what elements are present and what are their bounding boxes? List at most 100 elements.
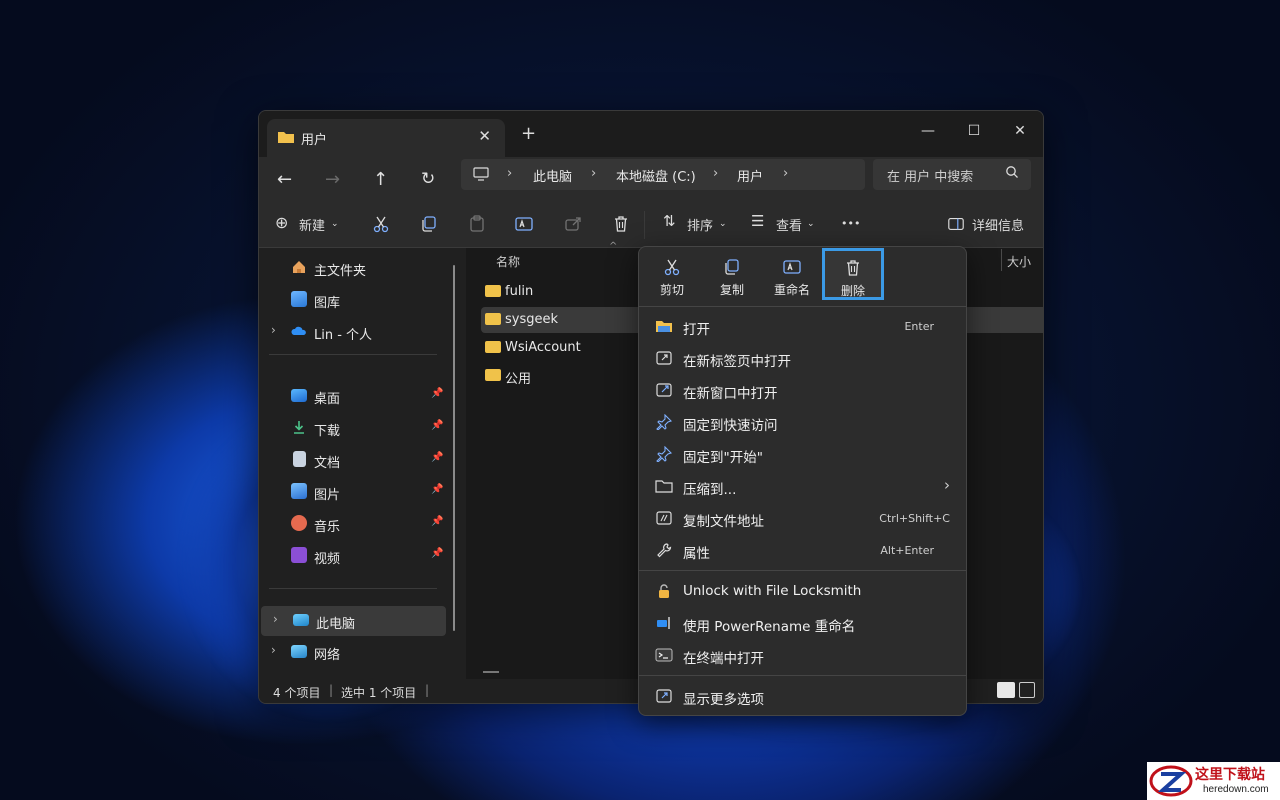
search-input[interactable]: 在 用户 中搜索: [887, 166, 973, 185]
pin-icon[interactable]: 📌: [431, 484, 443, 495]
delete-icon[interactable]: [611, 214, 631, 234]
menu-item-copy-path[interactable]: 复制文件地址 Ctrl+Shift+C: [641, 502, 964, 534]
address-bar[interactable]: › 此电脑 › 本地磁盘 (C:) › 用户 ›: [461, 159, 865, 190]
menu-item-open-terminal[interactable]: 在终端中打开: [641, 639, 964, 671]
rename-action-button[interactable]: 重命名: [761, 247, 823, 305]
folder-icon: [278, 132, 294, 143]
pin-icon: [656, 414, 673, 430]
menu-item-properties[interactable]: 属性 Alt+Enter: [641, 534, 964, 566]
more-button[interactable]: •••: [841, 217, 860, 230]
menu-item-label: 属性: [683, 546, 710, 562]
column-header-size[interactable]: 大小: [1007, 253, 1031, 270]
up-icon[interactable]: ↑: [373, 169, 388, 190]
details-button[interactable]: 详细信息: [972, 215, 1024, 234]
sidebar-item-label: 图库: [314, 296, 341, 311]
menu-item-label: Unlock with File Locksmith: [683, 583, 862, 599]
menu-item-pin-start[interactable]: 固定到"开始": [641, 438, 964, 470]
menu-item-show-more-options[interactable]: 显示更多选项: [641, 680, 964, 712]
delete-action-button[interactable]: 删除: [822, 248, 884, 300]
breadcrumb-pc[interactable]: 此电脑: [533, 166, 572, 185]
expand-chevron-icon[interactable]: ›: [273, 612, 278, 626]
rename-icon[interactable]: [514, 214, 534, 234]
menu-item-compress[interactable]: 压缩到... ›: [641, 470, 964, 502]
copy-icon[interactable]: [419, 214, 439, 234]
watermark-logo: 这里下载站 heredown.com: [1147, 762, 1280, 800]
sidebar-item-gallery[interactable]: 图库: [259, 285, 444, 315]
sidebar-item-label: 图片: [314, 488, 341, 503]
chevron-down-icon: ⌄: [331, 219, 339, 229]
expand-chevron-icon[interactable]: ›: [271, 323, 276, 337]
terminal-icon: [655, 648, 673, 662]
share-icon[interactable]: [563, 214, 583, 234]
tiles-view-icon[interactable]: [1019, 682, 1035, 698]
file-name: fulin: [505, 284, 534, 299]
breadcrumb-drive[interactable]: 本地磁盘 (C:): [616, 166, 696, 185]
menu-item-label: 复制文件地址: [683, 514, 764, 530]
close-button[interactable]: ✕: [997, 117, 1043, 145]
watermark-site: heredown.com: [1203, 784, 1269, 795]
view-button[interactable]: 查看: [776, 215, 802, 234]
sidebar-item-videos[interactable]: 视频 📌: [259, 541, 444, 571]
search-box[interactable]: 在 用户 中搜索: [873, 159, 1031, 190]
desktop-icon: [291, 389, 307, 402]
copy-action-button[interactable]: 复制: [701, 247, 763, 305]
pin-icon[interactable]: 📌: [431, 516, 443, 527]
forward-icon[interactable]: →: [325, 169, 340, 190]
sidebar-item-desktop[interactable]: 桌面 📌: [259, 381, 444, 411]
menu-item-open-new-window[interactable]: 在新窗口中打开: [641, 374, 964, 406]
sidebar-item-pictures[interactable]: 图片 📌: [259, 477, 444, 507]
sidebar-item-music[interactable]: 音乐 📌: [259, 509, 444, 539]
pin-icon[interactable]: 📌: [431, 420, 443, 431]
breadcrumb-sep-icon: ›: [507, 166, 513, 181]
new-tab-icon: [656, 351, 672, 365]
view-icon[interactable]: ☰: [751, 212, 764, 230]
title-bar: 用户 ✕ + — ☐ ✕: [259, 111, 1043, 157]
paste-icon[interactable]: [467, 214, 487, 234]
sidebar-item-home[interactable]: 主文件夹: [259, 253, 444, 283]
submenu-chevron-icon: ›: [944, 476, 950, 494]
breadcrumb-users[interactable]: 用户: [737, 166, 763, 185]
new-plus-icon[interactable]: ⊕: [275, 213, 288, 232]
sidebar-item-documents[interactable]: 文档 📌: [259, 445, 444, 475]
menu-item-file-locksmith[interactable]: Unlock with File Locksmith: [641, 575, 964, 607]
cut-action-button[interactable]: 剪切: [641, 247, 703, 305]
menu-item-powerrename[interactable]: 使用 PowerRename 重命名: [641, 607, 964, 639]
menu-item-open-new-tab[interactable]: 在新标签页中打开: [641, 342, 964, 374]
details-pane-icon[interactable]: [947, 214, 965, 234]
sort-button[interactable]: 排序: [687, 215, 713, 234]
new-button[interactable]: 新建: [299, 215, 325, 234]
sort-icon[interactable]: ⇅: [663, 212, 676, 230]
delete-label: 删除: [840, 284, 865, 298]
sidebar-scrollbar[interactable]: [453, 265, 455, 631]
menu-item-shortcut: Alt+Enter: [880, 544, 934, 557]
hscroll-thumb[interactable]: [483, 671, 499, 673]
pictures-icon: [291, 483, 307, 499]
folder-icon: [485, 285, 501, 297]
expand-chevron-icon[interactable]: ›: [271, 643, 276, 657]
column-header-name[interactable]: 名称: [496, 253, 520, 270]
sidebar-item-downloads[interactable]: 下载 📌: [259, 413, 444, 443]
minimize-button[interactable]: —: [905, 117, 951, 145]
new-tab-button[interactable]: +: [521, 123, 536, 144]
open-folder-icon: [656, 321, 672, 332]
menu-item-label: 在新标签页中打开: [683, 354, 791, 370]
pin-icon[interactable]: 📌: [431, 452, 443, 463]
tab-users[interactable]: 用户 ✕: [267, 119, 505, 157]
menu-item-open[interactable]: 打开 Enter: [641, 310, 964, 342]
sidebar-item-this-pc[interactable]: › 此电脑: [261, 606, 446, 636]
back-icon[interactable]: ←: [277, 169, 292, 190]
search-icon: [1006, 166, 1018, 178]
details-view-icon[interactable]: [997, 682, 1015, 698]
menu-item-label: 固定到快速访问: [683, 418, 778, 434]
sidebar-item-onedrive[interactable]: › Lin - 个人: [259, 317, 444, 347]
cut-icon[interactable]: [371, 214, 391, 234]
pin-icon[interactable]: 📌: [431, 388, 443, 399]
sidebar-item-network[interactable]: › 网络: [259, 637, 444, 667]
pin-icon[interactable]: 📌: [431, 548, 443, 559]
download-icon: [294, 421, 304, 434]
breadcrumb-sep-icon: ›: [783, 166, 789, 181]
tab-close-icon[interactable]: ✕: [478, 127, 491, 145]
refresh-icon[interactable]: ↻: [421, 169, 435, 189]
maximize-button[interactable]: ☐: [951, 117, 997, 145]
menu-item-pin-quick-access[interactable]: 固定到快速访问: [641, 406, 964, 438]
